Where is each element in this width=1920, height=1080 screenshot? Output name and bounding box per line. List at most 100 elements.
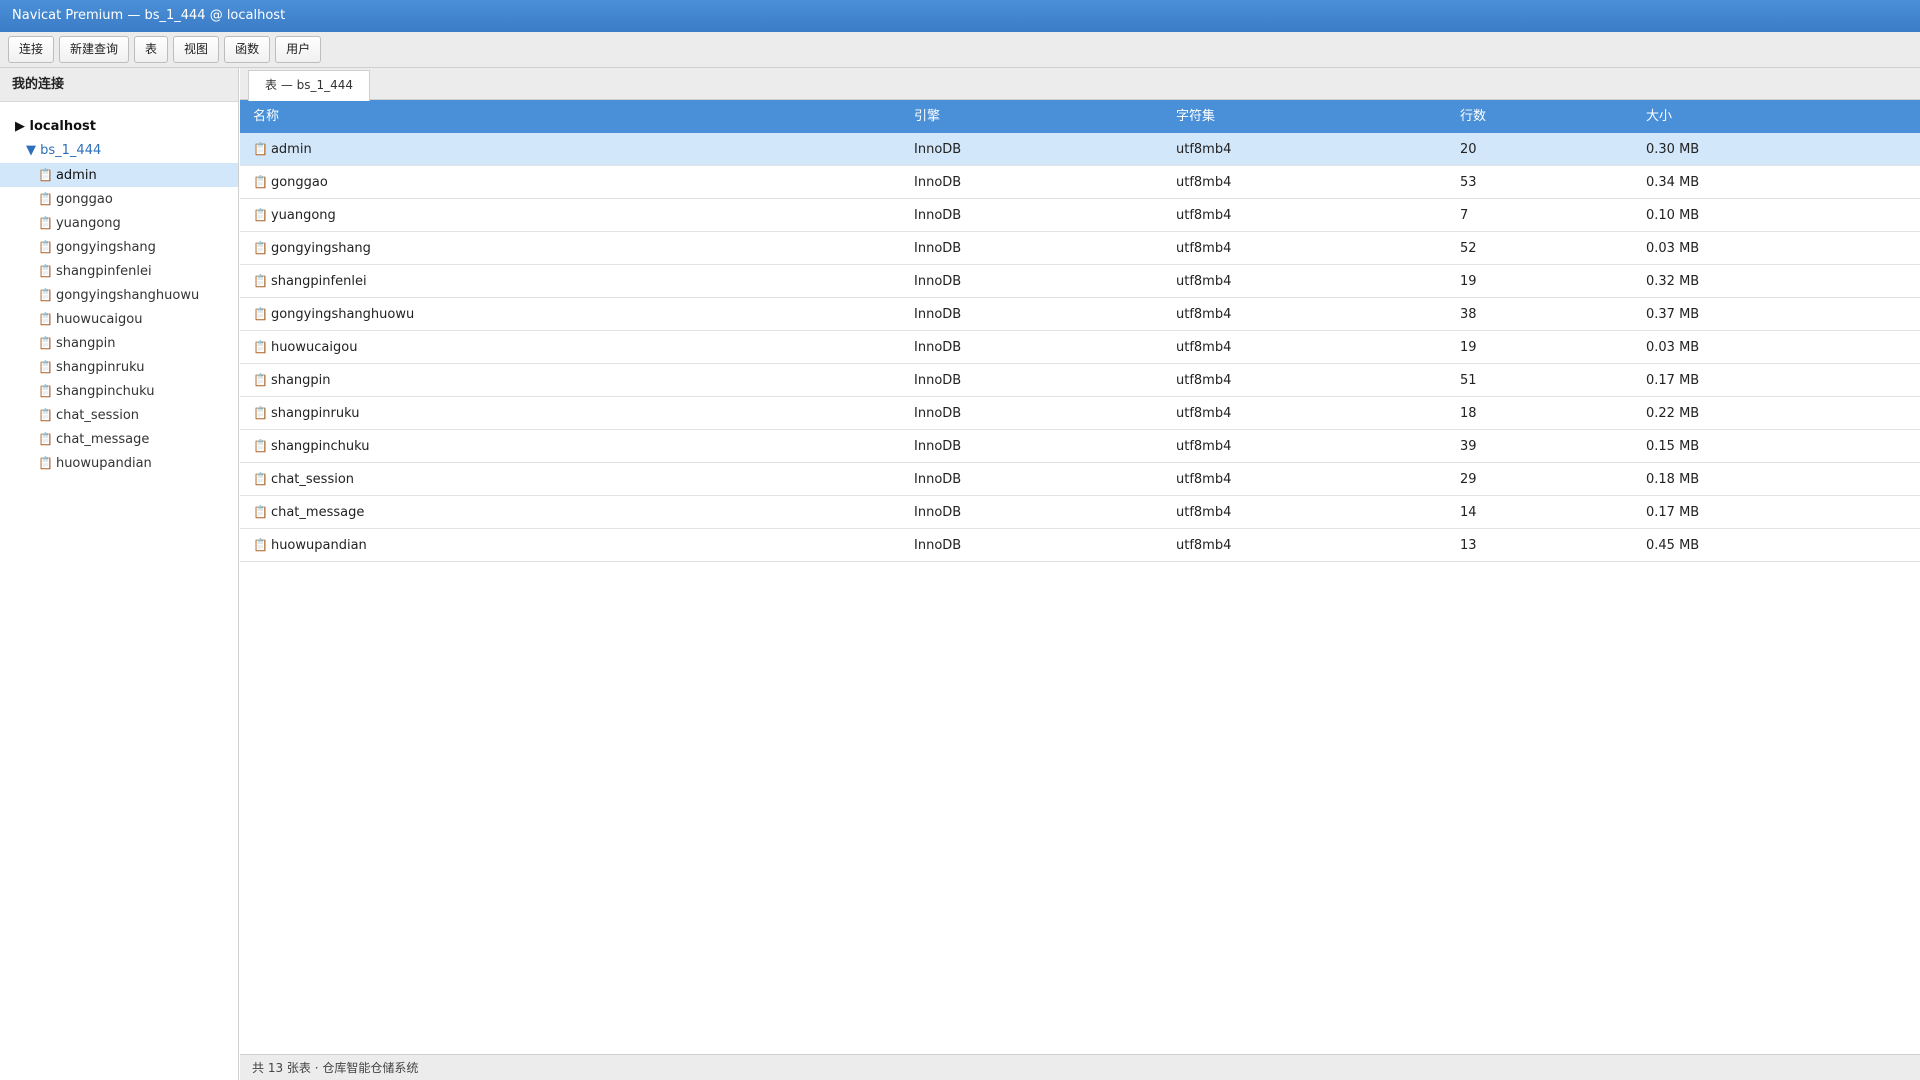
cell-charset: utf8mb4 — [1176, 307, 1232, 322]
cell-engine: InnoDB — [914, 538, 962, 553]
table-row[interactable]: 📋 gongyingshanghuowu InnoDB utf8mb4 38 0.37 M… — [240, 298, 1920, 331]
user-button[interactable]: 用户 — [275, 36, 322, 63]
table-row[interactable]: 📋 chat_message InnoDB utf8mb4 14 0.17 MB — [240, 496, 1920, 529]
sidebar-table-label: chat_session — [55, 408, 140, 423]
tree-database[interactable]: ▼ bs_1_444 — [0, 139, 238, 163]
sidebar-table-item[interactable]: 📋 chat_session — [0, 403, 238, 427]
cell-charset: utf8mb4 — [1176, 340, 1232, 355]
cell-size: 0.22 MB — [1646, 406, 1700, 421]
clipboard-icon: 📋 — [38, 432, 53, 446]
cell-rows: 38 — [1460, 307, 1477, 322]
table-name-label: shangpinruku — [270, 406, 360, 421]
column-header-charset[interactable]: 字符集 — [1176, 100, 1460, 133]
clipboard-icon: 📋 — [38, 408, 53, 422]
sidebar-table-item[interactable]: 📋 chat_message — [0, 427, 238, 451]
table-row[interactable]: 📋 shangpinruku InnoDB utf8mb4 18 0.22 MB — [240, 397, 1920, 430]
cell-name: 📋 shangpinruku — [240, 397, 914, 429]
cell-name: 📋 gongyingshang — [240, 232, 914, 264]
table-name-label: gonggao — [270, 175, 328, 190]
cell-rows: 52 — [1460, 241, 1477, 256]
sidebar-table-item[interactable]: 📋 shangpin — [0, 331, 238, 355]
expand-arrow-icon[interactable]: ▶ — [15, 119, 25, 134]
table-row[interactable]: 📋 gonggao InnoDB utf8mb4 53 0.34 MB — [240, 166, 1920, 199]
clipboard-icon: 📋 — [38, 456, 53, 470]
cell-rows: 18 — [1460, 406, 1477, 421]
table-row[interactable]: 📋 shangpinchuku InnoDB utf8mb4 39 0.15 MB — [240, 430, 1920, 463]
sidebar-table-label: shangpin — [55, 336, 116, 351]
table-name-label: huowucaigou — [270, 340, 358, 355]
database-label: bs_1_444 — [40, 143, 102, 158]
clipboard-icon: 📋 — [38, 168, 53, 182]
table-name-label: chat_session — [270, 472, 355, 487]
cell-charset: utf8mb4 — [1176, 406, 1232, 421]
sidebar-table-item[interactable]: 📋 admin — [0, 163, 238, 187]
cell-rows: 29 — [1460, 472, 1477, 487]
cell-name: 📋 admin — [240, 133, 914, 165]
cell-size: 0.45 MB — [1646, 538, 1700, 553]
column-header-size[interactable]: 大小 — [1646, 100, 1920, 133]
table-name-label: chat_message — [270, 505, 365, 520]
sidebar-table-item[interactable]: 📋 huowucaigou — [0, 307, 238, 331]
sidebar-table-label: gongyingshang — [55, 240, 156, 255]
clipboard-icon: 📋 — [253, 439, 268, 453]
table-row[interactable]: 📋 chat_session InnoDB utf8mb4 29 0.18 MB — [240, 463, 1920, 496]
new-query-button[interactable]: 新建查询 — [59, 36, 130, 63]
sidebar-table-item[interactable]: 📋 shangpinruku — [0, 355, 238, 379]
cell-size: 0.17 MB — [1646, 373, 1700, 388]
cell-rows: 13 — [1460, 538, 1477, 553]
table-name-label: yuangong — [270, 208, 336, 223]
cell-rows: 19 — [1460, 340, 1477, 355]
table-row[interactable]: 📋 yuangong InnoDB utf8mb4 7 0.10 MB — [240, 199, 1920, 232]
table-row[interactable]: 📋 shangpinfenlei InnoDB utf8mb4 19 0.32 MB — [240, 265, 1920, 298]
clipboard-icon: 📋 — [253, 274, 268, 288]
sidebar-table-item[interactable]: 📋 shangpinfenlei — [0, 259, 238, 283]
cell-name: 📋 shangpin — [240, 364, 914, 396]
sidebar-table-item[interactable]: 📋 gongyingshang — [0, 235, 238, 259]
cell-charset: utf8mb4 — [1176, 439, 1232, 454]
column-header-engine[interactable]: 引擎 — [914, 100, 1176, 133]
sidebar-table-item[interactable]: 📋 gonggao — [0, 187, 238, 211]
cell-size: 0.17 MB — [1646, 505, 1700, 520]
clipboard-icon: 📋 — [253, 406, 268, 420]
connect-button[interactable]: 连接 — [8, 36, 55, 63]
table-row[interactable]: 📋 admin InnoDB utf8mb4 20 0.30 MB — [240, 133, 1920, 166]
clipboard-icon: 📋 — [253, 142, 268, 156]
table-header: 名称 引擎 字符集 行数 大小 — [240, 100, 1920, 133]
cell-engine: InnoDB — [914, 406, 962, 421]
table-row[interactable]: 📋 gongyingshang InnoDB utf8mb4 52 0.03 MB — [240, 232, 1920, 265]
column-header-name[interactable]: 名称 — [240, 100, 914, 133]
cell-engine: InnoDB — [914, 373, 962, 388]
cell-charset: utf8mb4 — [1176, 373, 1232, 388]
function-button[interactable]: 函数 — [224, 36, 271, 63]
clipboard-icon: 📋 — [253, 307, 268, 321]
clipboard-icon: 📋 — [253, 505, 268, 519]
cell-engine: InnoDB — [914, 208, 962, 223]
cell-rows: 53 — [1460, 175, 1477, 190]
clipboard-icon: 📋 — [38, 216, 53, 230]
sidebar-table-label: yuangong — [55, 216, 121, 231]
sidebar-table-label: huowupandian — [55, 456, 152, 471]
table-row[interactable]: 📋 huowucaigou InnoDB utf8mb4 19 0.03 MB — [240, 331, 1920, 364]
sidebar-table-item[interactable]: 📋 shangpinchuku — [0, 379, 238, 403]
cell-charset: utf8mb4 — [1176, 505, 1232, 520]
cell-name: 📋 huowucaigou — [240, 331, 914, 363]
tab-tables[interactable]: 表 — bs_1_444 — [248, 70, 371, 101]
column-header-rows[interactable]: 行数 — [1460, 100, 1646, 133]
tree-server-localhost[interactable]: ▶ localhost — [0, 115, 238, 139]
view-button[interactable]: 视图 — [173, 36, 220, 63]
cell-engine: InnoDB — [914, 505, 962, 520]
table-name-label: shangpinfenlei — [270, 274, 367, 289]
cell-name: 📋 yuangong — [240, 199, 914, 231]
sidebar-table-item[interactable]: 📋 huowupandian — [0, 451, 238, 475]
clipboard-icon: 📋 — [38, 312, 53, 326]
table-row[interactable]: 📋 shangpin InnoDB utf8mb4 51 0.17 MB — [240, 364, 1920, 397]
table-button[interactable]: 表 — [134, 36, 169, 63]
sidebar-table-label: huowucaigou — [55, 312, 143, 327]
sidebar-table-item[interactable]: 📋 gongyingshanghuowu — [0, 283, 238, 307]
collapse-arrow-icon[interactable]: ▼ — [26, 143, 36, 158]
tree-table-list: 📋 admin 📋 gonggao 📋 yuangong 📋 gongyingshang 📋 sh… — [0, 163, 238, 475]
cell-engine: InnoDB — [914, 439, 962, 454]
clipboard-icon: 📋 — [38, 336, 53, 350]
sidebar-table-item[interactable]: 📋 yuangong — [0, 211, 238, 235]
table-row[interactable]: 📋 huowupandian InnoDB utf8mb4 13 0.45 MB — [240, 529, 1920, 562]
